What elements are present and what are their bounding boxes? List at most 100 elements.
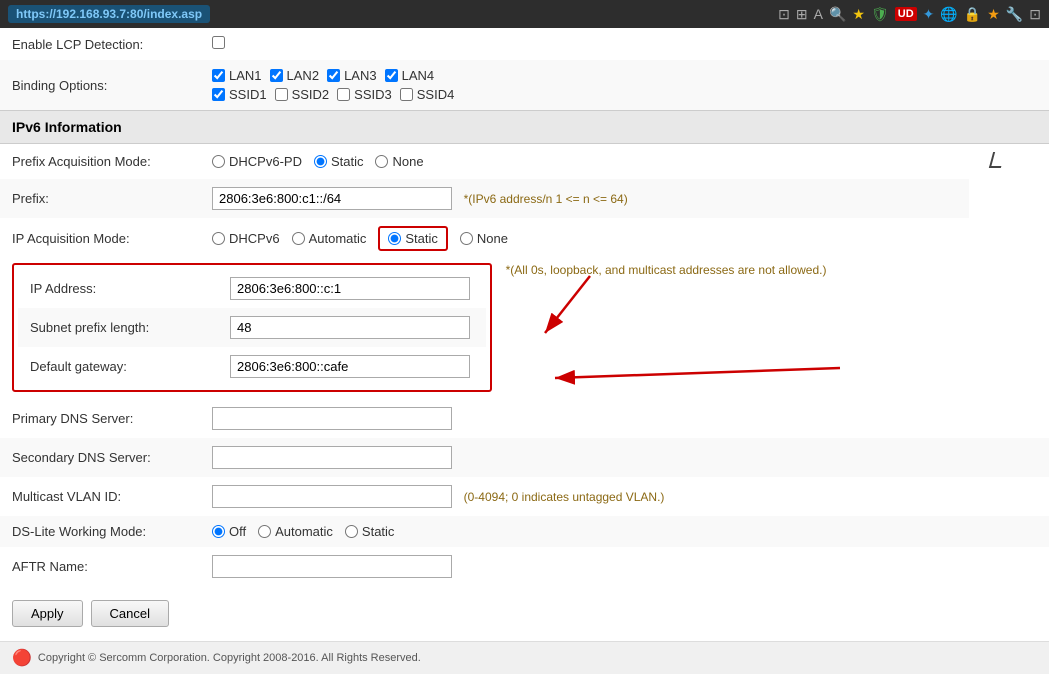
- icon-shield[interactable]: 🛡: [871, 6, 889, 23]
- prefix-value-cell: 2806:3e6:800:c1::/64 *(IPv6 address/n 1 …: [200, 179, 969, 218]
- table-row-secondary-dns: Secondary DNS Server:: [0, 438, 1049, 477]
- ip-static-radio[interactable]: [388, 232, 401, 245]
- icon-star[interactable]: ★: [852, 6, 865, 23]
- prefix-input[interactable]: 2806:3e6:800:c1::/64: [212, 187, 452, 210]
- automatic-item: Automatic: [292, 231, 367, 246]
- bottom-icon: 🔴: [12, 648, 32, 668]
- prefix-static-label: Static: [331, 154, 364, 169]
- dslite-value: Off Automatic Static: [200, 516, 1049, 547]
- table-row-subnet: Subnet prefix length:: [18, 308, 486, 347]
- lan4-checkbox[interactable]: [385, 69, 398, 82]
- icon-lock[interactable]: 🔒: [964, 6, 981, 23]
- icon-grid[interactable]: ⊞: [796, 6, 808, 23]
- prefix-none-radio[interactable]: [375, 155, 388, 168]
- aftr-value-cell: [200, 547, 1049, 586]
- dslite-off-label: Off: [229, 524, 246, 539]
- icon-font[interactable]: A: [814, 6, 823, 22]
- icon-addon[interactable]: ✦: [923, 6, 935, 23]
- dhcpv6pd-radio[interactable]: [212, 155, 225, 168]
- dslite-static-radio[interactable]: [345, 525, 358, 538]
- dslite-auto-label: Automatic: [275, 524, 333, 539]
- button-row: Apply Cancel: [0, 586, 1049, 641]
- primary-dns-input[interactable]: [212, 407, 452, 430]
- ip-none-radio[interactable]: [460, 232, 473, 245]
- bottom-form-table: Primary DNS Server: Secondary DNS Server…: [0, 399, 1049, 586]
- ipv6-section-header: IPv6 Information: [0, 110, 1049, 144]
- table-row-primary-dns: Primary DNS Server:: [0, 399, 1049, 438]
- apply-button[interactable]: Apply: [12, 600, 83, 627]
- dslite-radios: Off Automatic Static: [212, 524, 1037, 539]
- lan3-item: LAN3: [327, 68, 377, 83]
- icon-extension[interactable]: 🔧: [1006, 6, 1023, 23]
- ssid3-item: SSID3: [337, 87, 392, 102]
- ssid3-checkbox[interactable]: [337, 88, 350, 101]
- binding-value: LAN1 LAN2 LAN3 LAN4 S: [200, 60, 1049, 110]
- aftr-input[interactable]: [212, 555, 452, 578]
- binding-label: Binding Options:: [0, 60, 200, 110]
- icon-bookmark[interactable]: ★: [987, 6, 1000, 23]
- ssid4-label: SSID4: [417, 87, 455, 102]
- highlight-box: IP Address: Subnet prefix length: Defaul…: [12, 263, 492, 392]
- subnet-input[interactable]: [230, 316, 470, 339]
- ssid4-checkbox[interactable]: [400, 88, 413, 101]
- lcp-value: [200, 28, 1049, 60]
- lan2-checkbox[interactable]: [270, 69, 283, 82]
- aftr-label: AFTR Name:: [0, 547, 200, 586]
- browser-icons: ⊡ ⊞ A 🔍 ★ 🛡 UD ✦ 🌐 🔒 ★ 🔧 ⊡: [778, 6, 1041, 23]
- ssid-checkboxes: SSID1 SSID2 SSID3 SSID4: [212, 87, 1037, 102]
- lan3-checkbox[interactable]: [327, 69, 340, 82]
- prefix-label: Prefix:: [0, 179, 200, 218]
- subnet-value-cell: [218, 308, 486, 347]
- ip-none-item: None: [460, 231, 508, 246]
- lcp-checkbox[interactable]: [212, 36, 225, 49]
- icon-search[interactable]: 🔍: [829, 6, 846, 23]
- icon-menu[interactable]: ⊡: [1029, 6, 1041, 23]
- icon-tab[interactable]: ⊡: [778, 6, 790, 23]
- prefix-hint: *(IPv6 address/n 1 <= n <= 64): [464, 192, 628, 206]
- icon-ud[interactable]: UD: [895, 7, 917, 21]
- secondary-dns-value-cell: [200, 438, 1049, 477]
- ip-static-item: Static: [378, 226, 448, 251]
- cursor-cell: [969, 144, 1049, 179]
- prefix-static-item: Static: [314, 154, 364, 169]
- ip-address-label: IP Address:: [18, 269, 218, 308]
- ssid2-label: SSID2: [292, 87, 330, 102]
- binding-checkboxes: LAN1 LAN2 LAN3 LAN4: [212, 68, 1037, 83]
- ssid2-checkbox[interactable]: [275, 88, 288, 101]
- ip-address-hint: *(All 0s, loopback, and multicast addres…: [506, 263, 827, 277]
- table-row-ip-mode: IP Acquisition Mode: DHCPv6 Automatic St…: [0, 218, 1049, 259]
- icon-translate[interactable]: 🌐: [940, 6, 957, 23]
- prefix-none-item: None: [375, 154, 423, 169]
- multicast-hint: (0-4094; 0 indicates untagged VLAN.): [464, 490, 665, 504]
- dslite-static-item: Static: [345, 524, 395, 539]
- dhcpv6-item: DHCPv6: [212, 231, 280, 246]
- ip-address-input[interactable]: [230, 277, 470, 300]
- secondary-dns-input[interactable]: [212, 446, 452, 469]
- prefix-mode-label: Prefix Acquisition Mode:: [0, 144, 200, 179]
- multicast-input[interactable]: [212, 485, 452, 508]
- automatic-radio[interactable]: [292, 232, 305, 245]
- table-row-lcp: Enable LCP Detection:: [0, 28, 1049, 60]
- lan1-checkbox[interactable]: [212, 69, 225, 82]
- ssid4-item: SSID4: [400, 87, 455, 102]
- gateway-input[interactable]: [230, 355, 470, 378]
- dhcpv6-label: DHCPv6: [229, 231, 280, 246]
- cancel-button[interactable]: Cancel: [91, 600, 169, 627]
- dslite-label: DS-Lite Working Mode:: [0, 516, 200, 547]
- multicast-label: Multicast VLAN ID:: [0, 477, 200, 516]
- primary-dns-label: Primary DNS Server:: [0, 399, 200, 438]
- dhcpv6pd-label: DHCPv6-PD: [229, 154, 302, 169]
- ssid1-checkbox[interactable]: [212, 88, 225, 101]
- table-row-binding: Binding Options: LAN1 LAN2 LAN3 LAN4: [0, 60, 1049, 110]
- prefix-mode-value: DHCPv6-PD Static None: [200, 144, 969, 179]
- lan1-label: LAN1: [229, 68, 262, 83]
- lan2-label: LAN2: [287, 68, 320, 83]
- table-row-prefix: Prefix: 2806:3e6:800:c1::/64 *(IPv6 addr…: [0, 179, 1049, 218]
- dslite-auto-radio[interactable]: [258, 525, 271, 538]
- dhcpv6-radio[interactable]: [212, 232, 225, 245]
- table-row-ip-address: IP Address:: [18, 269, 486, 308]
- url-bar[interactable]: https://192.168.93.7:80/index.asp: [8, 5, 210, 23]
- prefix-static-radio[interactable]: [314, 155, 327, 168]
- dslite-off-radio[interactable]: [212, 525, 225, 538]
- secondary-dns-label: Secondary DNS Server:: [0, 438, 200, 477]
